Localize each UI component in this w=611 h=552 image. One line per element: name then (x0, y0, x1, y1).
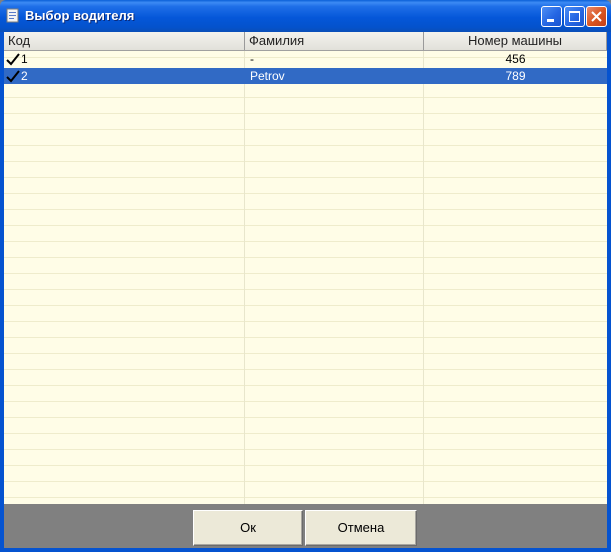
window-title: Выбор водителя (25, 8, 135, 23)
grid-header: Код Фамилия Номер машины (4, 32, 607, 51)
cancel-button[interactable]: Отмена (305, 510, 417, 546)
cell-code: 2 (21, 69, 28, 83)
column-header-car-number[interactable]: Номер машины (424, 32, 607, 50)
cell-surname: - (250, 52, 254, 66)
ok-button[interactable]: Ок (193, 510, 303, 546)
cell-code: 1 (21, 52, 28, 66)
driver-select-window: Выбор водителя Код Фамилия Номер машины … (0, 0, 611, 552)
cell-car-number: 456 (505, 52, 526, 66)
column-header-code[interactable]: Код (4, 32, 245, 50)
cell-surname: Petrov (250, 69, 285, 83)
window-client-area: Код Фамилия Номер машины 1 - 456 2 Petro… (4, 32, 607, 548)
drivers-grid[interactable]: Код Фамилия Номер машины 1 - 456 2 Petro… (4, 32, 607, 504)
window-app-icon[interactable] (6, 8, 20, 24)
maximize-button[interactable] (564, 6, 585, 27)
cell-car-number: 789 (505, 69, 526, 83)
column-header-surname[interactable]: Фамилия (245, 32, 424, 50)
window-frame-bottom (0, 548, 611, 552)
minimize-button[interactable] (541, 6, 562, 27)
title-bar[interactable]: Выбор водителя (0, 0, 611, 32)
table-row[interactable]: 1 - 456 (4, 51, 607, 67)
window-frame-right (607, 32, 611, 552)
close-icon (591, 11, 602, 22)
minimize-icon (547, 19, 554, 22)
checkmark-icon[interactable] (6, 53, 20, 66)
maximize-icon (569, 11, 580, 22)
close-button[interactable] (586, 6, 607, 27)
table-row-selected[interactable]: 2 Petrov 789 (4, 68, 607, 84)
checkmark-icon[interactable] (6, 70, 20, 83)
